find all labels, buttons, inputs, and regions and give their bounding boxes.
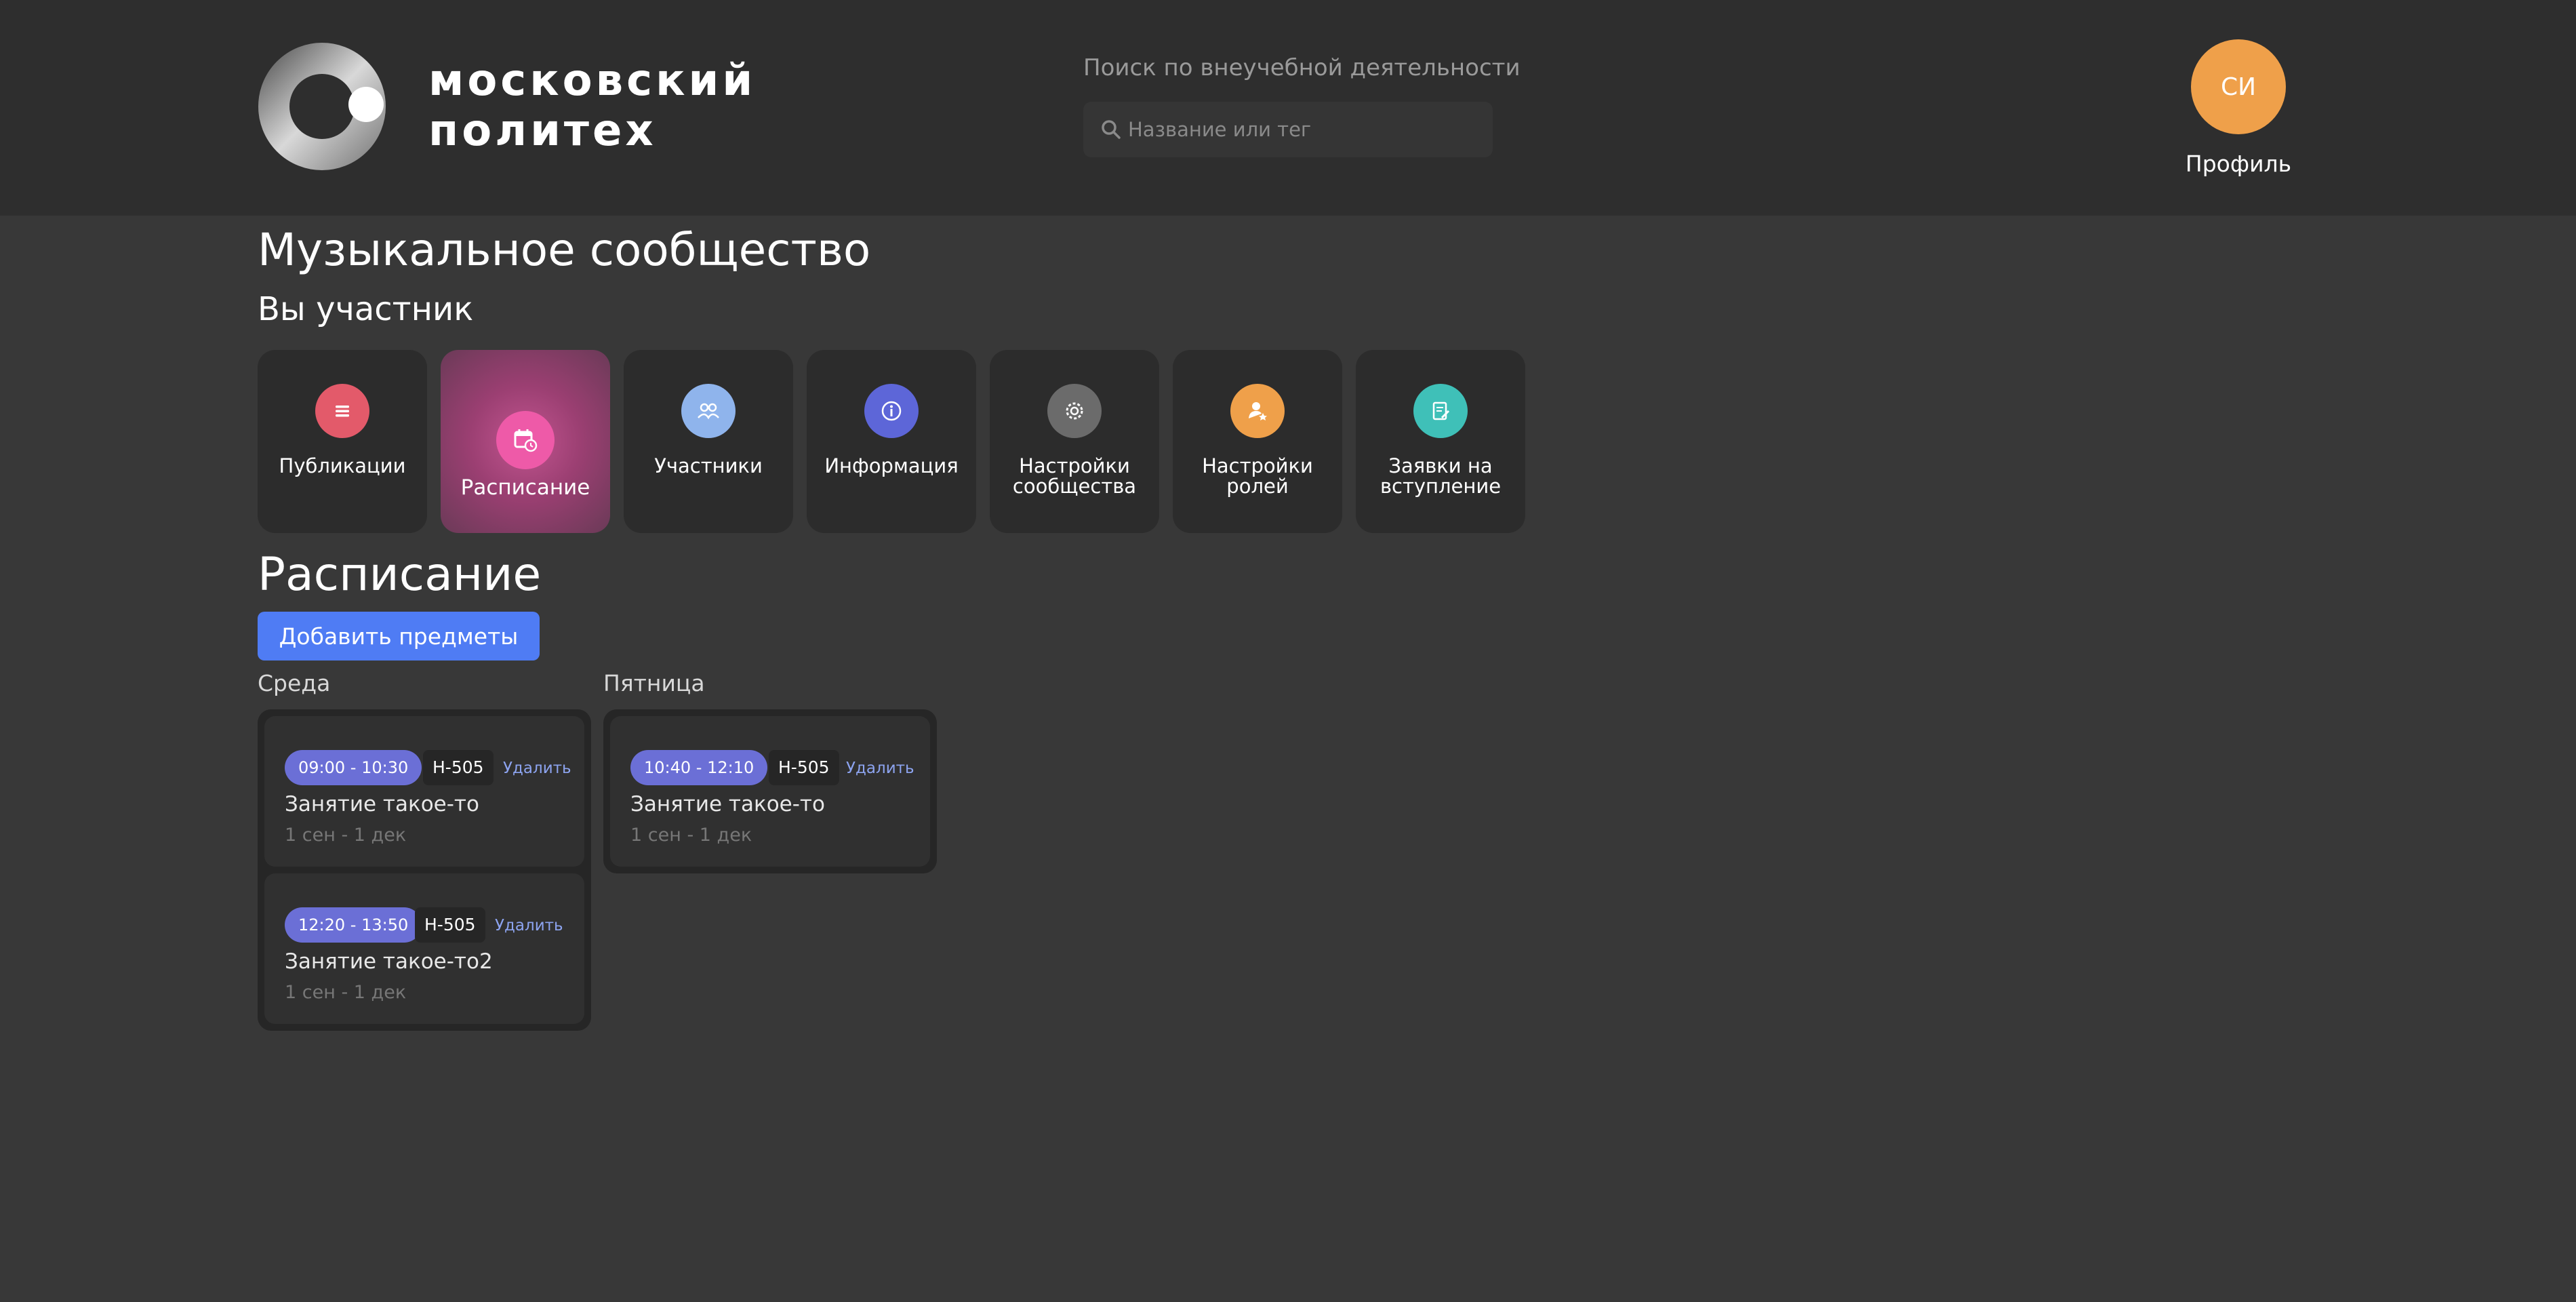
schedule-title: Расписание (258, 548, 542, 601)
calendar-clock-icon (496, 411, 555, 469)
header: московский политех Поиск по внеучебной д… (0, 0, 2576, 216)
member-status: Вы участник (258, 290, 474, 328)
lesson-name: Занятие такое-то2 (285, 949, 493, 974)
info-icon (864, 384, 919, 438)
tile-label: Настройки ролей (1202, 454, 1313, 498)
tile-community-settings[interactable]: Настройки сообщества (990, 350, 1159, 533)
time-badge: 10:40 - 12:10 (630, 750, 768, 785)
lesson-card[interactable]: 10:40 - 12:10 Н-505 Удалить Занятие тако… (610, 716, 930, 867)
tile-label: Заявки на вступление (1380, 454, 1502, 498)
delete-link[interactable]: Удалить (846, 760, 914, 777)
avatar[interactable]: СИ (2191, 39, 2286, 134)
day-label-friday: Пятница (603, 670, 705, 696)
search-input[interactable] (1128, 102, 1481, 157)
lesson-dates: 1 сен - 1 дек (285, 982, 407, 1003)
time-badge: 12:20 - 13:50 (285, 907, 422, 943)
tile-label: Настройки сообщества (1012, 454, 1137, 498)
tile-information[interactable]: Информация (807, 350, 976, 533)
users-icon (681, 384, 736, 438)
logo-line-2: политех (428, 106, 657, 156)
delete-link[interactable]: Удалить (503, 760, 571, 777)
room-badge: Н-505 (769, 750, 839, 785)
lesson-name: Занятие такое-то (630, 792, 825, 816)
tile-role-settings[interactable]: Настройки ролей (1173, 350, 1342, 533)
lesson-dates: 1 сен - 1 дек (630, 825, 752, 846)
gear-icon (1047, 384, 1102, 438)
tile-members[interactable]: Участники (624, 350, 793, 533)
day-column-friday: 10:40 - 12:10 Н-505 Удалить Занятие тако… (603, 709, 937, 873)
tile-label: Информация (824, 454, 959, 477)
lesson-card[interactable]: 12:20 - 13:50 Н-505 Удалить Занятие тако… (264, 873, 584, 1024)
page-title: Музыкальное сообщество (258, 224, 871, 276)
day-label-wednesday: Среда (258, 670, 331, 696)
tile-join-requests[interactable]: Заявки на вступление (1356, 350, 1525, 533)
delete-link[interactable]: Удалить (495, 917, 563, 934)
lesson-card[interactable]: 09:00 - 10:30 Н-505 Удалить Занятие тако… (264, 716, 584, 867)
document-edit-icon (1413, 384, 1468, 438)
room-badge: Н-505 (415, 907, 485, 943)
user-star-icon (1230, 384, 1285, 438)
logo-line-1: московский (428, 56, 757, 106)
polytech-logo-icon[interactable] (258, 42, 386, 171)
time-badge: 09:00 - 10:30 (285, 750, 422, 785)
logo-text[interactable]: московский политех (428, 56, 756, 156)
list-icon (315, 384, 369, 438)
tile-label: Участники (654, 454, 763, 477)
tile-label: Публикации (279, 454, 406, 477)
lesson-dates: 1 сен - 1 дек (285, 825, 407, 846)
add-subjects-button[interactable]: Добавить предметы (258, 612, 540, 660)
tile-publications[interactable]: Публикации (258, 350, 427, 533)
search-icon (1102, 120, 1121, 139)
tile-label: Расписание (460, 475, 590, 500)
search-title: Поиск по внеучебной деятельности (1083, 54, 1521, 81)
lesson-name: Занятие такое-то (285, 792, 479, 816)
profile-link[interactable]: Профиль (2164, 151, 2313, 177)
day-column-wednesday: 09:00 - 10:30 Н-505 Удалить Занятие тако… (258, 709, 591, 1031)
search-box[interactable] (1083, 102, 1493, 157)
room-badge: Н-505 (423, 750, 494, 785)
tile-schedule[interactable]: Расписание (441, 350, 610, 533)
